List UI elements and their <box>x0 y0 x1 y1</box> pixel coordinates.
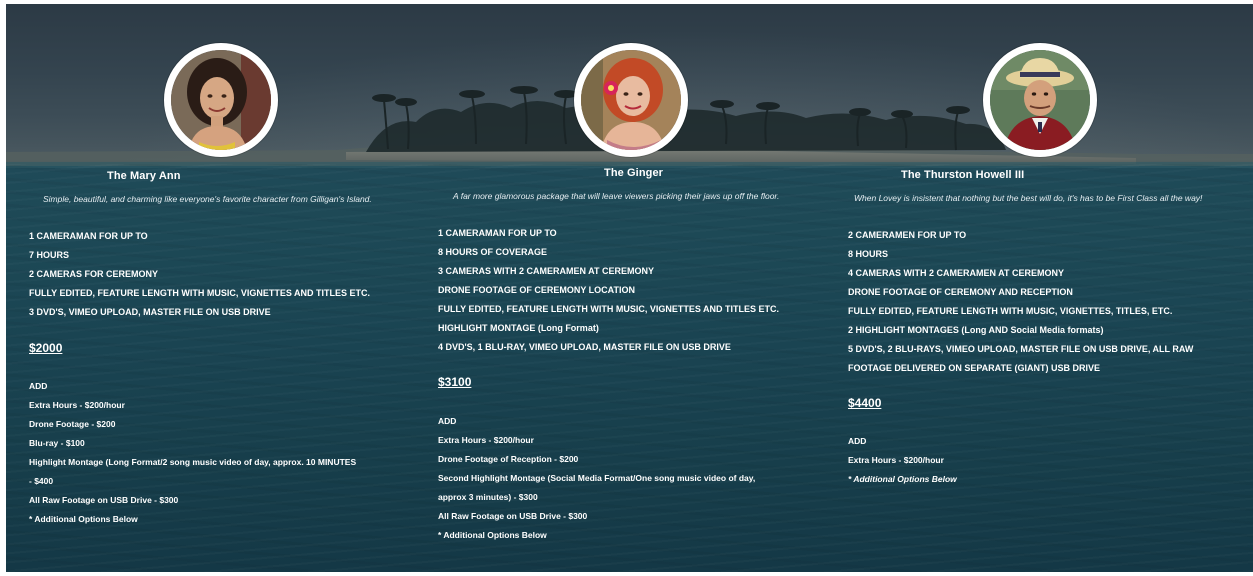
feature-item: 4 DVD'S, 1 BLU-RAY, VIMEO UPLOAD, MASTER… <box>438 342 731 352</box>
addon-item: All Raw Footage on USB Drive - $300 <box>29 495 179 505</box>
feature-item: 1 CAMERAMAN FOR UP TO <box>438 228 557 238</box>
mary-ann-avatar <box>164 43 278 157</box>
package-title: The Ginger <box>604 167 664 179</box>
additional-options-note: * Additional Options Below <box>438 530 547 540</box>
ginger-avatar <box>574 43 688 157</box>
package-title: The Mary Ann <box>107 170 181 182</box>
package-description: When Lovey is insistent that nothing but… <box>854 193 1203 203</box>
mary-ann-portrait-icon <box>171 50 271 150</box>
package-price: $2000 <box>29 341 63 355</box>
package-description: Simple, beautiful, and charming like eve… <box>43 194 372 204</box>
feature-item: 2 HIGHLIGHT MONTAGES (Long AND Social Me… <box>848 325 1104 335</box>
thurston-howell-portrait-icon <box>990 50 1090 150</box>
feature-item: 2 CAMERAMEN FOR UP TO <box>848 230 967 240</box>
feature-item: DRONE FOOTAGE OF CEREMONY LOCATION <box>438 285 636 295</box>
feature-item: 7 HOURS <box>29 250 70 260</box>
addon-list: ADD Extra Hours - $200/hour * Additional… <box>848 432 957 489</box>
addon-item: Extra Hours - $200/hour <box>848 455 944 465</box>
addon-item: Second Highlight Montage (Social Media F… <box>438 473 756 483</box>
addon-item: Drone Footage - $200 <box>29 419 116 429</box>
add-label: ADD <box>438 416 457 426</box>
thurston-howell-avatar <box>983 43 1097 157</box>
add-label: ADD <box>848 436 867 446</box>
feature-item: FULLY EDITED, FEATURE LENGTH WITH MUSIC,… <box>29 288 371 298</box>
feature-item: 3 DVD'S, VIMEO UPLOAD, MASTER FILE ON US… <box>29 307 271 317</box>
feature-item: FULLY EDITED, FEATURE LENGTH WITH MUSIC,… <box>438 304 780 314</box>
addon-item: All Raw Footage on USB Drive - $300 <box>438 511 588 521</box>
addon-item: approx 3 minutes) - $300 <box>438 492 538 502</box>
additional-options-note: * Additional Options Below <box>29 514 138 524</box>
feature-list: 1 CAMERAMAN FOR UP TO 7 HOURS 2 CAMERAS … <box>29 227 370 322</box>
feature-item: FOOTAGE DELIVERED ON SEPARATE (GIANT) US… <box>848 363 1101 373</box>
addon-list: ADD Extra Hours - $200/hour Drone Footag… <box>438 412 755 545</box>
addon-item: Blu-ray - $100 <box>29 438 85 448</box>
feature-list: 1 CAMERAMAN FOR UP TO 8 HOURS OF COVERAG… <box>438 224 779 357</box>
feature-item: 8 HOURS OF COVERAGE <box>438 247 548 257</box>
addon-item: - $400 <box>29 476 54 486</box>
feature-item: HIGHLIGHT MONTAGE (Long Format) <box>438 323 599 333</box>
package-title: The Thurston Howell III <box>901 169 1025 181</box>
addon-list: ADD Extra Hours - $200/hour Drone Footag… <box>29 377 356 529</box>
addon-item: Highlight Montage (Long Format/2 song mu… <box>29 457 357 467</box>
add-label: ADD <box>29 381 48 391</box>
package-price: $4400 <box>848 396 882 410</box>
addon-item: Extra Hours - $200/hour <box>29 400 125 410</box>
feature-item: 5 DVD'S, 2 BLU-RAYS, VIMEO UPLOAD, MASTE… <box>848 344 1194 354</box>
feature-item: 8 HOURS <box>848 249 889 259</box>
feature-list: 2 CAMERAMEN FOR UP TO 8 HOURS 4 CAMERAS … <box>848 226 1193 378</box>
package-description: A far more glamorous package that will l… <box>453 191 780 201</box>
feature-item: 2 CAMERAS FOR CEREMONY <box>29 269 159 279</box>
feature-item: 4 CAMERAS WITH 2 CAMERAMEN AT CEREMONY <box>848 268 1065 278</box>
addon-item: Drone Footage of Reception - $200 <box>438 454 579 464</box>
package-price: $3100 <box>438 375 472 389</box>
additional-options-note: * Additional Options Below <box>848 474 957 484</box>
ginger-portrait-icon <box>581 50 681 150</box>
feature-item: DRONE FOOTAGE OF CEREMONY AND RECEPTION <box>848 287 1073 297</box>
addon-item: Extra Hours - $200/hour <box>438 435 534 445</box>
feature-item: 1 CAMERAMAN FOR UP TO <box>29 231 148 241</box>
pricing-section: The Mary Ann Simple, beautiful, and char… <box>6 4 1253 572</box>
feature-item: FULLY EDITED, FEATURE LENGTH WITH MUSIC,… <box>848 306 1173 316</box>
feature-item: 3 CAMERAS WITH 2 CAMERAMEN AT CEREMONY <box>438 266 655 276</box>
